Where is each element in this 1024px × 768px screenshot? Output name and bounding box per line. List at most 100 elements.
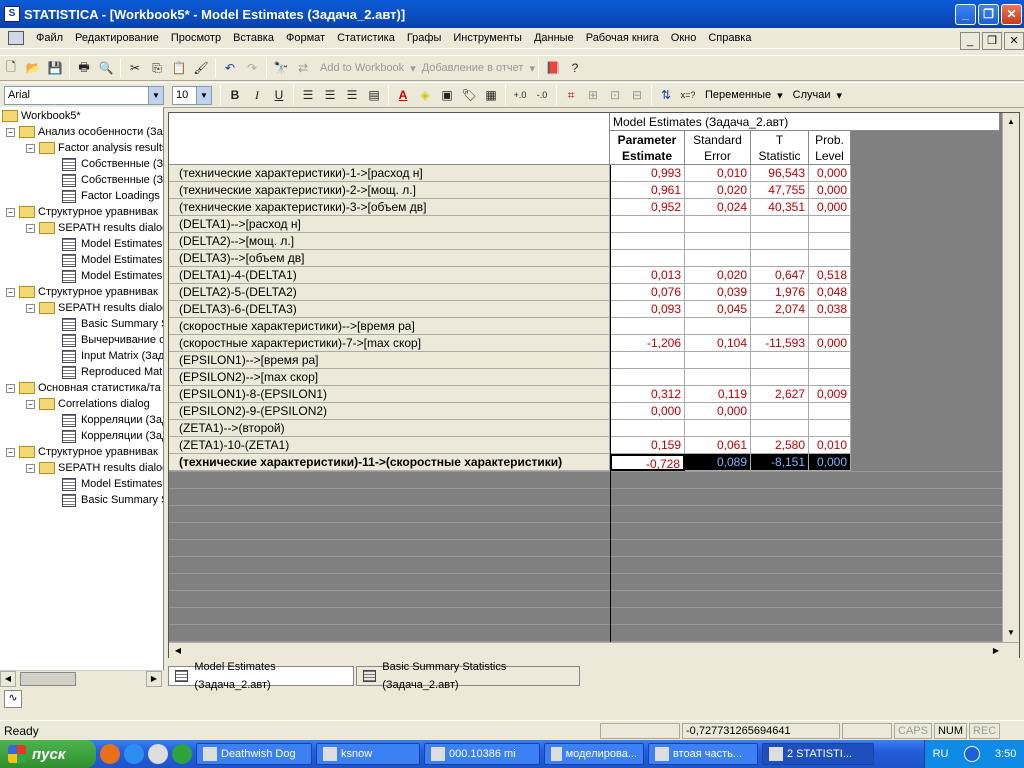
open-folder-icon[interactable]: 📂	[22, 57, 44, 79]
border-icon[interactable]: ▣	[436, 84, 458, 106]
column-header[interactable]: Parameter Estimate	[610, 131, 685, 165]
grid-icon[interactable]: ▦	[480, 84, 502, 106]
align-left-icon[interactable]: ☰	[297, 84, 319, 106]
taskbar-button[interactable]: моделирова...	[544, 743, 644, 765]
align-right-icon[interactable]: ☰	[341, 84, 363, 106]
tab-basic-summary[interactable]: Basic Summary Statistics (Задача_2.авт)	[356, 661, 580, 691]
row-label[interactable]: (EPSILON1)-8-(EPSILON1)	[169, 386, 610, 403]
data-cell[interactable]: 0,024	[685, 199, 751, 216]
data-cell[interactable]: 0,020	[685, 267, 751, 284]
data-cell[interactable]: 0,089	[685, 454, 751, 471]
data-cell[interactable]: -1,206	[610, 335, 685, 352]
decrease-decimal-icon[interactable]: -.0	[531, 84, 553, 106]
row-label[interactable]: (ZETA1)-10-(ZETA1)	[169, 437, 610, 454]
data-cell[interactable]: 47,755	[751, 182, 809, 199]
tree-item[interactable]: Вычерчивание ст	[46, 332, 163, 348]
menu-item[interactable]: Формат	[280, 28, 331, 49]
tag-icon[interactable]: 🏷	[458, 84, 480, 106]
scroll-left-icon[interactable]: ◀	[171, 644, 185, 658]
bold-icon[interactable]: B	[224, 84, 246, 106]
cell-props-icon[interactable]: ⊟	[626, 84, 648, 106]
row-label[interactable]: (технические характеристики)-11->(скорос…	[169, 454, 610, 471]
collapse-icon[interactable]: −	[6, 207, 15, 217]
column-header[interactable]: Prob. Level	[809, 131, 851, 165]
menu-item[interactable]: Инструменты	[447, 28, 528, 49]
data-cell[interactable]	[751, 318, 809, 335]
menu-item[interactable]: Просмотр	[165, 28, 227, 49]
maximize-button[interactable]: ❐	[978, 3, 999, 25]
row-label[interactable]: (технические характеристики)-2->[мощ. л.…	[169, 182, 610, 199]
data-cell[interactable]: 0,961	[610, 182, 685, 199]
language-indicator[interactable]: RU	[933, 748, 949, 760]
tree-item[interactable]: Workbook5*	[2, 108, 81, 124]
mdi-minimize-button[interactable]: _	[960, 32, 980, 50]
data-cell[interactable]	[610, 420, 685, 437]
data-cell[interactable]: 0,000	[809, 165, 851, 182]
row-label[interactable]: (DELTA1)-4-(DELTA1)	[169, 267, 610, 284]
data-cell[interactable]	[751, 369, 809, 386]
tree-item[interactable]: Factor Loadings (E	[46, 188, 163, 204]
tab-model-estimates[interactable]: Model Estimates (Задача_2.авт)	[168, 661, 354, 691]
taskbar-button[interactable]: 2 STATISTI...	[762, 743, 874, 765]
taskbar-button[interactable]: ksnow	[316, 743, 420, 765]
tree-item[interactable]: Собственные (За	[46, 172, 163, 188]
book-icon[interactable]: 📕	[542, 57, 564, 79]
row-label[interactable]: (DELTA2)-->[мощ. л.]	[169, 233, 610, 250]
print-preview-icon[interactable]: 🔍	[95, 57, 117, 79]
tree-item[interactable]: Reproduced Matri	[46, 364, 163, 380]
data-cell[interactable]	[809, 420, 851, 437]
data-cell[interactable]: 0,013	[610, 267, 685, 284]
data-cell[interactable]: 0,039	[685, 284, 751, 301]
replace-icon[interactable]: ⇄	[292, 57, 314, 79]
data-cell[interactable]: 0,076	[610, 284, 685, 301]
data-cell[interactable]	[685, 233, 751, 250]
data-cell[interactable]	[809, 250, 851, 267]
collapse-icon[interactable]: −	[6, 287, 15, 297]
data-cell[interactable]: 40,351	[751, 199, 809, 216]
clock[interactable]: 3:50	[995, 748, 1016, 760]
data-cell[interactable]	[685, 250, 751, 267]
data-cell[interactable]: 0,010	[685, 165, 751, 182]
data-cell[interactable]: 0,038	[809, 301, 851, 318]
document-icon[interactable]	[8, 31, 24, 45]
collapse-icon[interactable]: −	[6, 447, 15, 457]
font-color-icon[interactable]: A	[392, 84, 414, 106]
add-to-workbook-button[interactable]: Add to Workbook	[314, 62, 410, 74]
tree-item[interactable]: Input Matrix (Зад	[46, 348, 163, 364]
font-size-select[interactable]: 10 ▼	[172, 85, 212, 105]
mdi-restore-button[interactable]: ❐	[982, 32, 1002, 50]
data-cell[interactable]	[685, 352, 751, 369]
row-label[interactable]: (технические характеристики)-1->[расход …	[169, 165, 610, 182]
row-label[interactable]: (DELTA3)-6-(DELTA3)	[169, 301, 610, 318]
data-cell[interactable]: 0,000	[809, 182, 851, 199]
minimize-button[interactable]: _	[955, 3, 976, 25]
scroll-up-icon[interactable]: ▲	[1004, 115, 1018, 129]
data-cell[interactable]: 1,976	[751, 284, 809, 301]
tree-item[interactable]: − Основная статистика/та	[6, 380, 161, 396]
data-cell[interactable]: 0,647	[751, 267, 809, 284]
data-cell[interactable]	[610, 318, 685, 335]
cases-menu[interactable]: Случаи	[787, 89, 837, 101]
tree-item[interactable]: − Структурное уравнивак	[6, 444, 158, 460]
menu-item[interactable]: Рабочая книга	[580, 28, 665, 49]
column-header[interactable]: Standard Error	[685, 131, 751, 165]
variables-menu[interactable]: Переменные	[699, 89, 777, 101]
format-painter-icon[interactable]: 🖌	[190, 57, 212, 79]
data-cell[interactable]	[751, 420, 809, 437]
close-button[interactable]: ✕	[1001, 3, 1022, 25]
redo-icon[interactable]: ↷	[241, 57, 263, 79]
dropdown-arrow-icon[interactable]: ▾	[777, 89, 787, 102]
data-cell[interactable]: 0,093	[610, 301, 685, 318]
merge-icon[interactable]: ▤	[363, 84, 385, 106]
data-cell[interactable]: 0,312	[610, 386, 685, 403]
data-cell[interactable]: 0,010	[809, 437, 851, 454]
collapse-icon[interactable]: −	[6, 127, 15, 137]
tree-item[interactable]: − Структурное уравнивак	[6, 204, 158, 220]
taskbar-button[interactable]: 000.10386 mi	[424, 743, 540, 765]
menu-item[interactable]: Файл	[30, 28, 69, 49]
media-player-icon[interactable]	[148, 744, 168, 764]
cut-icon[interactable]: ✂	[124, 57, 146, 79]
data-cell[interactable]: 0,952	[610, 199, 685, 216]
data-cell[interactable]	[610, 369, 685, 386]
data-cell[interactable]	[685, 420, 751, 437]
